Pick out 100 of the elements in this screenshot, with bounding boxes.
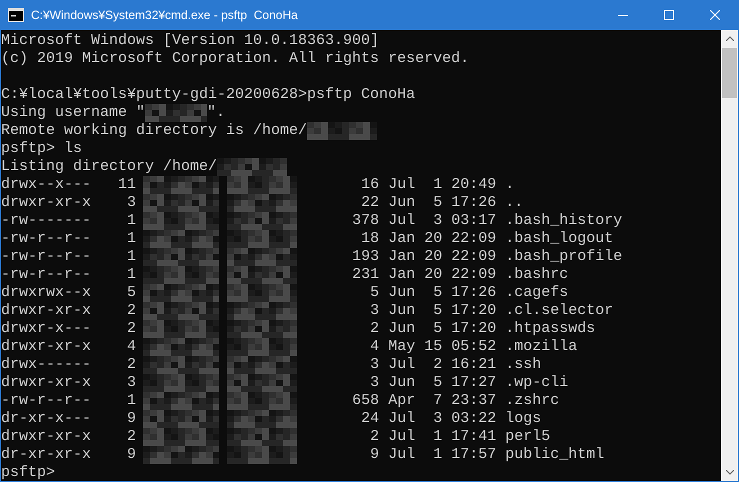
mosaic-drawing: [227, 356, 298, 374]
file-size: 193: [351, 248, 380, 266]
file-size: 9: [369, 446, 380, 464]
file-time: 16:21: [451, 356, 496, 374]
mosaic-drawing: [227, 302, 298, 320]
console-line: psftp> ls: [1, 140, 82, 158]
file-day: 3: [415, 410, 442, 428]
permissions-text: drwxr-xr-x: [1, 374, 91, 392]
file-month: Jul: [388, 212, 416, 230]
file-name: .bash_logout: [505, 230, 614, 248]
file-month: Jan: [388, 230, 416, 248]
console-line: Listing directory /home/: [1, 158, 218, 176]
file-size: 24: [360, 410, 380, 428]
file-day: 2: [415, 356, 442, 374]
file-name: .zshrc: [505, 392, 560, 410]
file-name: .htpasswds: [505, 320, 596, 338]
mosaic-drawing: [227, 338, 298, 356]
mosaic-drawing: [227, 194, 298, 212]
file-time: 03:22: [451, 410, 496, 428]
link-count: 3: [126, 374, 136, 392]
file-name: logs: [505, 410, 542, 428]
file-day: 5: [415, 302, 442, 320]
file-day: 5: [415, 374, 442, 392]
window-title: C:¥Windows¥System32¥cmd.exe - psftp ConoHa: [31, 8, 299, 22]
file-day: 15: [415, 338, 442, 356]
file-time: 23:37: [451, 392, 496, 410]
permissions-text: drwxr-xr-x: [1, 194, 91, 212]
file-day: 5: [415, 320, 442, 338]
link-count: 1: [126, 230, 136, 248]
file-time: 22:09: [451, 266, 496, 284]
link-count: 1: [126, 392, 136, 410]
file-time: 22:09: [451, 248, 496, 266]
file-month: Apr: [388, 392, 416, 410]
mosaic-drawing: [227, 248, 298, 266]
file-day: 1: [415, 176, 442, 194]
file-size: 4: [369, 338, 380, 356]
permissions-text: drwx------: [1, 356, 91, 374]
link-count: 4: [126, 338, 136, 356]
file-time: 17:20: [451, 302, 496, 320]
link-count: 9: [126, 446, 136, 464]
link-count: 1: [126, 212, 136, 230]
file-month: Jun: [388, 320, 416, 338]
mosaic-drawing: [227, 392, 298, 410]
mosaic-drawing: [217, 158, 288, 176]
console-text: ".: [207, 104, 226, 122]
file-month: Jun: [388, 284, 416, 302]
file-name: public_html: [505, 446, 604, 464]
maximize-icon: [664, 10, 674, 20]
file-month: Jun: [388, 374, 416, 392]
link-count: 1: [126, 248, 136, 266]
file-day: 1: [415, 428, 442, 446]
file-name: .wp-cli: [505, 374, 568, 392]
link-count: 3: [126, 194, 136, 212]
file-size: 22: [360, 194, 380, 212]
permissions-text: drwxrwx--x: [1, 284, 91, 302]
scrollbar[interactable]: [721, 30, 738, 481]
permissions-text: dr-xr-xr-x: [1, 446, 91, 464]
file-day: 20: [415, 230, 442, 248]
console-prompt: psftp>: [1, 464, 56, 481]
file-month: Jul: [388, 356, 416, 374]
file-name: .: [505, 176, 514, 194]
file-day: 5: [415, 284, 442, 302]
mosaic-drawing: [227, 374, 298, 392]
file-time: 17:26: [451, 194, 496, 212]
file-time: 17:20: [451, 320, 496, 338]
mosaic-drawing: [227, 428, 298, 446]
permissions-text: -rw-------: [1, 212, 91, 230]
close-icon: [710, 10, 720, 20]
mosaic-drawing: [227, 446, 298, 464]
file-size: 18: [360, 230, 380, 248]
file-size: 231: [351, 266, 380, 284]
file-day: 20: [415, 248, 442, 266]
console-line: Microsoft Windows [Version 10.0.18363.900]: [1, 32, 380, 50]
link-count: 11: [116, 176, 136, 194]
console-line: C:¥local¥tools¥putty-gdi-20200628>psftp ConoHa: [1, 86, 416, 104]
file-time: 17:57: [451, 446, 496, 464]
console-line: Using username ": [1, 104, 146, 122]
file-day: 5: [415, 194, 442, 212]
mosaic-drawing: [307, 122, 378, 140]
file-month: May: [388, 338, 416, 356]
file-time: 22:09: [451, 230, 496, 248]
link-count: 2: [126, 302, 136, 320]
link-count: 9: [126, 410, 136, 428]
file-name: .cl.selector: [505, 302, 614, 320]
file-size: 2: [369, 428, 380, 446]
file-month: Jul: [388, 428, 416, 446]
file-time: 03:17: [451, 212, 496, 230]
link-count: 5: [126, 284, 136, 302]
file-name: .mozilla: [505, 338, 578, 356]
file-size: 658: [351, 392, 380, 410]
mosaic-drawing: [145, 104, 208, 122]
file-name: .bash_history: [505, 212, 622, 230]
permissions-text: -rw-r--r--: [1, 266, 91, 284]
file-name: .cagefs: [505, 284, 568, 302]
file-month: Jun: [388, 302, 416, 320]
mosaic-drawing: [227, 230, 298, 248]
file-name: .bash_profile: [505, 248, 622, 266]
file-time: 17:41: [451, 428, 496, 446]
scroll-thumb[interactable]: [722, 48, 737, 98]
permissions-text: -rw-r--r--: [1, 230, 91, 248]
